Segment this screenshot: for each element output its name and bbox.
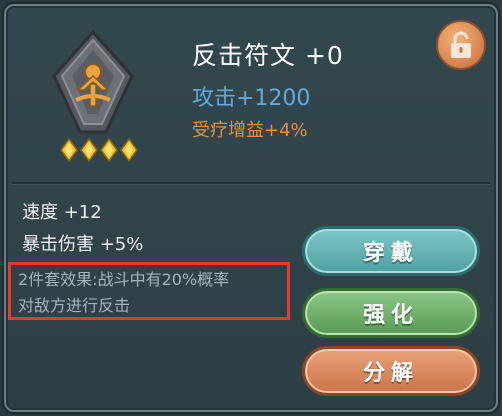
counter-rune-icon — [48, 28, 138, 138]
diamond-star-icon — [100, 138, 118, 164]
heal-bonus-stat: 受疗增益+4% — [192, 120, 308, 141]
wear-button[interactable]: 穿戴 — [302, 226, 480, 276]
padlock-icon — [451, 31, 471, 58]
break-down-button[interactable]: 分解 — [302, 346, 480, 396]
divider — [12, 182, 490, 185]
enhance-button[interactable]: 强化 — [302, 288, 480, 338]
attack-stat: 攻击+1200 — [192, 86, 311, 111]
speed-stat: 速度 +12 — [22, 202, 102, 223]
diamond-star-icon — [120, 138, 138, 164]
item-name: 反击符文 +0 — [192, 41, 344, 70]
diamond-star-icon — [60, 138, 78, 164]
star-rating — [60, 138, 138, 164]
set-effect-line-1: 2件套效果:战斗中有20%概率 — [18, 270, 230, 289]
set-effect-line-2: 对敌方进行反击 — [18, 296, 131, 315]
crit-damage-stat: 暴击伤害 +5% — [22, 234, 144, 255]
diamond-star-icon — [80, 138, 98, 164]
lock-button[interactable] — [436, 20, 486, 70]
